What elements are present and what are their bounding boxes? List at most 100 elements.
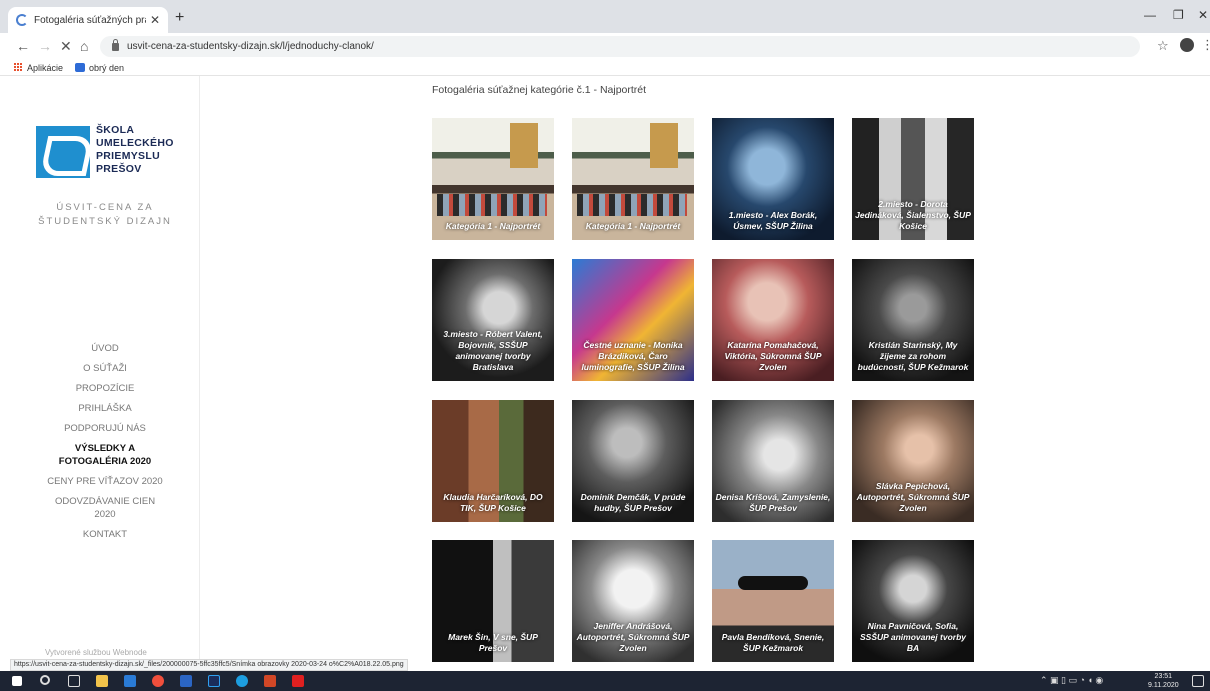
forward-icon[interactable]: → xyxy=(38,38,52,54)
gallery-thumbnail[interactable]: Marek Šin, V sne, ŠUP Prešov xyxy=(432,540,554,662)
site-name[interactable]: ÚSVIT-CENA ZA ŠTUDENTSKÝ DIZAJN xyxy=(10,201,200,229)
nav-item-uvod[interactable]: ÚVOD xyxy=(10,342,200,355)
bookmark-star-icon[interactable]: ☆ xyxy=(1157,38,1169,54)
nav-item-propozicie[interactable]: PROPOZÍCIE xyxy=(10,382,200,395)
powerpoint-icon[interactable] xyxy=(264,675,276,687)
logo-line: PREŠOV xyxy=(96,163,142,175)
web-page: ŠKOLA UMELECKÉHO PRIEMYSLU PREŠOV ÚSVIT-… xyxy=(0,76,1210,671)
gallery-thumbnail[interactable]: Pavla Bendíková, Snenie, ŠUP Kežmarok xyxy=(712,540,834,662)
thumbnail-caption: Katarína Pomahačová, Viktória, Súkromná … xyxy=(724,340,822,372)
task-view-icon[interactable] xyxy=(68,675,80,687)
school-logo[interactable]: ŠKOLA UMELECKÉHO PRIEMYSLU PREŠOV xyxy=(36,124,181,182)
logo-line: ŠKOLA xyxy=(96,124,135,136)
new-tab-button[interactable]: + xyxy=(175,9,184,27)
thumbnail-caption: 1.miesto - Alex Borák, Úsmev, SŠUP Žilin… xyxy=(728,210,818,231)
logo-line: PRIEMYSLU xyxy=(96,150,160,162)
word-icon[interactable] xyxy=(180,675,192,687)
thumbnail-caption: Kategória 1 - Najportrét xyxy=(445,221,541,231)
bookmark-apps[interactable]: Aplikácie xyxy=(27,63,63,73)
tab-title: Fotogaléria súťažných prác :: Úsv xyxy=(34,14,146,26)
thumbnail-caption: Kategória 1 - Najportrét xyxy=(585,221,681,231)
thumbnail-caption: 3.miesto - Róbert Valent, Bojovník, SSŠU… xyxy=(443,329,543,372)
site-name-line: ŠTUDENTSKÝ DIZAJN xyxy=(38,216,172,227)
windows-start-icon[interactable] xyxy=(12,676,22,686)
thumbnail-caption: Pavla Bendíková, Snenie, ŠUP Kežmarok xyxy=(721,632,825,653)
thumbnail-caption: Marek Šin, V sne, ŠUP Prešov xyxy=(448,632,538,653)
thumbnail-caption: Slávka Pepichová, Autoportrét, Súkromná … xyxy=(856,481,970,513)
apps-grid-icon xyxy=(14,63,23,72)
gallery-thumbnail[interactable]: Slávka Pepichová, Autoportrét, Súkromná … xyxy=(852,400,974,522)
url-text: usvit-cena-za-studentsky-dizajn.sk/l/jed… xyxy=(127,41,374,52)
gallery-thumbnail[interactable]: Katarína Pomahačová, Viktória, Súkromná … xyxy=(712,259,834,381)
gallery-thumbnail[interactable]: Denisa Krišová, Zamyslenie, ŠUP Prešov xyxy=(712,400,834,522)
lock-icon xyxy=(112,38,119,51)
chrome-icon[interactable] xyxy=(152,675,164,687)
gallery-title: Fotogaléria súťažnej kategórie č.1 - Naj… xyxy=(432,84,647,96)
file-explorer-icon[interactable] xyxy=(96,675,108,687)
browser-window: { "browser": { "tab_title": "Fotogaléria… xyxy=(0,0,1210,691)
nav-item-prihlaska[interactable]: PRIHLÁŠKA xyxy=(10,402,200,415)
nav-item-o-sutazi[interactable]: O SÚŤAŽI xyxy=(10,362,200,375)
thumbnail-caption: 2.miesto - Dorota Jedináková, Šialenstvo… xyxy=(855,199,971,231)
home-icon[interactable]: ⌂ xyxy=(80,38,88,54)
stop-icon[interactable]: ✕ xyxy=(60,38,72,55)
gallery-thumbnail[interactable]: Dominik Demčák, V prúde hudby, ŠUP Prešo… xyxy=(572,400,694,522)
gallery-thumbnail[interactable]: Čestné uznanie - Monika Brázdiková, Čaro… xyxy=(572,259,694,381)
gallery-thumbnail[interactable]: 2.miesto - Dorota Jedináková, Šialenstvo… xyxy=(852,118,974,240)
logo-line: UMELECKÉHO xyxy=(96,137,174,149)
nav-item-odovzdavanie[interactable]: ODOVZDÁVANIE CIEN 2020 xyxy=(50,495,160,521)
thumbnail-caption: Jeniffer Andrášová, Autoportrét, Súkromn… xyxy=(576,621,690,653)
gallery-thumbnail[interactable]: Jeniffer Andrášová, Autoportrét, Súkromn… xyxy=(572,540,694,662)
thumbnail-caption: Dominik Demčák, V prúde hudby, ŠUP Prešo… xyxy=(580,492,686,513)
bookmarks-bar: Aplikácie obrý den xyxy=(0,60,1210,76)
edge-icon[interactable] xyxy=(236,675,248,687)
logo-text: ŠKOLA UMELECKÉHO PRIEMYSLU PREŠOV xyxy=(96,124,174,176)
browser-tab[interactable]: Fotogaléria súťažných prác :: Úsv ✕ xyxy=(8,7,168,33)
gallery-thumbnail[interactable]: Kristián Starinský, My žijeme za rohom b… xyxy=(852,259,974,381)
nav-item-vysledky[interactable]: VÝSLEDKY A FOTOGALÉRIA 2020 xyxy=(50,442,160,468)
gallery-thumbnail[interactable]: Nina Pavničová, Sofia, SSŠUP animovanej … xyxy=(852,540,974,662)
gallery-thumbnail[interactable]: Klaudia Harčaríková, DO TIK, ŠUP Košice xyxy=(432,400,554,522)
thumbnail-caption: Nina Pavničová, Sofia, SSŠUP animovanej … xyxy=(860,621,966,653)
tab-close-icon[interactable]: ✕ xyxy=(150,13,160,27)
bookmark-item[interactable]: obrý den xyxy=(89,63,124,73)
gallery-thumbnail[interactable]: 3.miesto - Róbert Valent, Bojovník, SSŠU… xyxy=(432,259,554,381)
bookmark-favicon-icon xyxy=(75,63,86,72)
clock-date: 9.11.2020 xyxy=(1148,682,1179,689)
site-name-line: ÚSVIT-CENA ZA xyxy=(56,202,154,213)
restore-icon[interactable]: ❐ xyxy=(1173,8,1184,22)
logo-mark-icon xyxy=(36,126,90,178)
link-status-bar: https://usvit-cena-za-studentsky-dizajn.… xyxy=(10,659,408,671)
menu-icon[interactable]: ⋮ xyxy=(1201,37,1210,53)
tab-bar: Fotogaléria súťažných prác :: Úsv ✕ + — … xyxy=(0,0,1210,33)
sidebar-footer[interactable]: Vytvorené službou Webnode xyxy=(45,648,147,657)
site-favicon-icon xyxy=(16,14,28,26)
clock[interactable]: 23:51 9.11.2020 xyxy=(1148,672,1179,690)
main-nav: ÚVOD O SÚŤAŽI PROPOZÍCIE PRIHLÁŠKA PODPO… xyxy=(10,342,200,548)
minimize-icon[interactable]: — xyxy=(1144,8,1156,22)
acrobat-icon[interactable] xyxy=(292,675,304,687)
photoshop-icon[interactable] xyxy=(208,675,220,687)
back-icon[interactable]: ← xyxy=(16,38,30,54)
nav-item-kontakt[interactable]: KONTAKT xyxy=(10,528,200,541)
profile-icon[interactable] xyxy=(1180,38,1194,52)
address-bar[interactable]: usvit-cena-za-studentsky-dizajn.sk/l/jed… xyxy=(100,36,1140,57)
taskbar: ⌃ ▣ ▯ ▭ ◔ ◖ ◉ 23:51 9.11.2020 xyxy=(0,671,1210,691)
thumbnail-caption: Denisa Krišová, Zamyslenie, ŠUP Prešov xyxy=(715,492,831,513)
gallery-thumbnail[interactable]: 1.miesto - Alex Borák, Úsmev, SŠUP Žilin… xyxy=(712,118,834,240)
notifications-icon[interactable] xyxy=(1192,675,1204,687)
system-tray[interactable]: ⌃ ▣ ▯ ▭ ◔ ◖ ◉ xyxy=(1040,675,1103,686)
skype-icon[interactable] xyxy=(124,675,136,687)
gallery-thumbnail[interactable]: Kategória 1 - Najportrét xyxy=(572,118,694,240)
browser-toolbar: ← → ✕ ⌂ usvit-cena-za-studentsky-dizajn.… xyxy=(0,33,1210,60)
close-window-icon[interactable]: ✕ xyxy=(1198,8,1208,22)
search-icon[interactable] xyxy=(40,675,50,685)
sidebar: ŠKOLA UMELECKÉHO PRIEMYSLU PREŠOV ÚSVIT-… xyxy=(10,76,200,671)
thumbnail-caption: Čestné uznanie - Monika Brázdiková, Čaro… xyxy=(581,340,685,372)
thumbnail-caption: Klaudia Harčaríková, DO TIK, ŠUP Košice xyxy=(443,492,543,513)
nav-item-podporuju-nas[interactable]: PODPORUJÚ NÁS xyxy=(10,422,200,435)
thumbnail-caption: Kristián Starinský, My žijeme za rohom b… xyxy=(857,340,969,372)
clock-time: 23:51 xyxy=(1154,673,1173,680)
nav-item-ceny[interactable]: CENY PRE VÍŤAZOV 2020 xyxy=(10,475,200,488)
gallery-thumbnail[interactable]: Kategória 1 - Najportrét xyxy=(432,118,554,240)
